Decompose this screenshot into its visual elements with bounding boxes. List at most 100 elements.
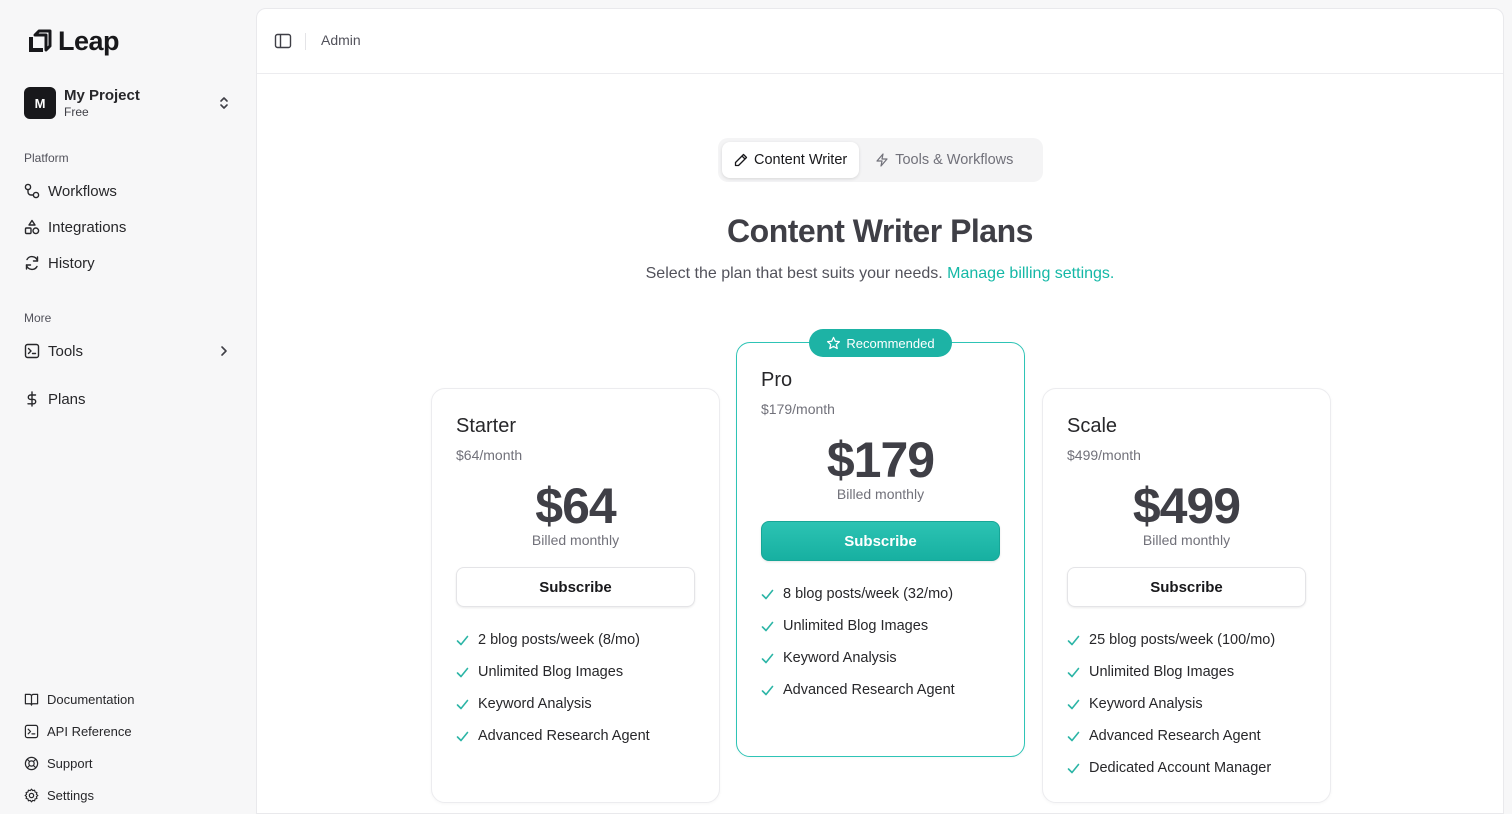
breadcrumb[interactable]: Admin bbox=[321, 32, 361, 48]
plan-period: $64/month bbox=[456, 447, 523, 463]
feature-list: 25 blog posts/week (100/mo) Unlimited Blo… bbox=[1067, 624, 1275, 784]
sidebar-toggle-icon[interactable] bbox=[274, 33, 292, 49]
sidebar-item-plans[interactable]: Plans bbox=[24, 387, 236, 411]
check-icon bbox=[1067, 763, 1080, 773]
sidebar-item-label: Integrations bbox=[48, 218, 127, 236]
sidebar-item-history[interactable]: History bbox=[24, 251, 236, 275]
feature-text: Keyword Analysis bbox=[783, 650, 897, 666]
book-icon bbox=[24, 693, 39, 706]
feature-text: Keyword Analysis bbox=[1089, 696, 1203, 712]
feature-text: Advanced Research Agent bbox=[1089, 728, 1261, 744]
plan-period: $499/month bbox=[1067, 447, 1141, 463]
feature-text: Unlimited Blog Images bbox=[1089, 664, 1235, 680]
subscribe-button[interactable]: Subscribe bbox=[456, 567, 695, 607]
sidebar-item-tools[interactable]: Tools bbox=[24, 339, 236, 363]
subscribe-button[interactable]: Subscribe bbox=[761, 521, 1000, 561]
feature-text: Advanced Research Agent bbox=[783, 682, 955, 698]
check-icon bbox=[456, 635, 469, 645]
check-icon bbox=[761, 685, 774, 695]
feature-text: Unlimited Blog Images bbox=[478, 664, 624, 680]
plan-name: Pro bbox=[761, 369, 793, 391]
sidebar-item-settings[interactable]: Settings bbox=[24, 783, 236, 807]
plan-name: Scale bbox=[1067, 415, 1118, 437]
sidebar-item-integrations[interactable]: Integrations bbox=[24, 215, 236, 239]
page-subtitle: Select the plan that best suits your nee… bbox=[257, 265, 1503, 283]
plan-billing: Billed monthly bbox=[531, 532, 620, 548]
plan-price: $179 bbox=[826, 432, 935, 488]
section-label-more: More bbox=[24, 311, 52, 325]
tab-tools-workflows[interactable]: Tools & Workflows bbox=[863, 142, 1025, 178]
check-icon bbox=[1067, 699, 1080, 709]
feature-item: Advanced Research Agent bbox=[1067, 720, 1275, 752]
project-avatar: M bbox=[24, 87, 56, 119]
feature-text: 25 blog posts/week (100/mo) bbox=[1089, 632, 1276, 648]
sidebar-item-label: Tools bbox=[48, 342, 84, 360]
lifebuoy-icon bbox=[24, 756, 39, 770]
brand-name: Leap bbox=[58, 26, 120, 56]
check-icon bbox=[1067, 635, 1080, 645]
check-icon bbox=[761, 621, 774, 631]
main-panel: Admin Content Writer Tools & Workflows C… bbox=[256, 8, 1504, 814]
sidebar-item-documentation[interactable]: Documentation bbox=[24, 687, 236, 711]
project-switcher[interactable]: M My Project Free bbox=[24, 86, 236, 120]
brand-logo[interactable]: Leap bbox=[26, 26, 120, 57]
plan-tabs: Content Writer Tools & Workflows bbox=[718, 138, 1043, 182]
dollar-icon bbox=[27, 391, 37, 407]
feature-text: Keyword Analysis bbox=[478, 696, 592, 712]
check-icon bbox=[761, 653, 774, 663]
page-title: Content Writer Plans bbox=[727, 213, 1033, 249]
sidebar-item-api-reference[interactable]: API Reference bbox=[24, 719, 236, 743]
pencil-icon bbox=[734, 153, 748, 167]
workflow-icon bbox=[24, 183, 40, 199]
section-label-platform: Platform bbox=[24, 151, 69, 165]
divider bbox=[305, 33, 306, 50]
project-name: My Project bbox=[64, 86, 140, 104]
badge-label: Recommended bbox=[846, 335, 935, 351]
gear-icon bbox=[24, 788, 39, 802]
feature-text: Advanced Research Agent bbox=[478, 728, 650, 744]
plan-name: Starter bbox=[456, 415, 517, 437]
check-icon bbox=[1067, 731, 1080, 741]
shapes-icon bbox=[24, 219, 40, 235]
check-icon bbox=[761, 589, 774, 599]
subtitle-text: Select the plan that best suits your nee… bbox=[645, 265, 943, 282]
feature-item: 8 blog posts/week (32/mo) bbox=[761, 578, 955, 610]
manage-billing-link[interactable]: Manage billing settings. bbox=[947, 265, 1114, 282]
sidebar-item-label: Documentation bbox=[47, 691, 135, 707]
feature-item: 2 blog posts/week (8/mo) bbox=[456, 624, 650, 656]
sidebar-item-workflows[interactable]: Workflows bbox=[24, 179, 236, 203]
project-plan: Free bbox=[64, 104, 89, 119]
sidebar-item-label: Settings bbox=[47, 787, 94, 803]
plan-billing: Billed monthly bbox=[1142, 532, 1231, 548]
plan-price: $64 bbox=[535, 478, 616, 534]
terminal-icon bbox=[24, 724, 39, 738]
sidebar-item-label: Support bbox=[47, 755, 93, 771]
lightning-icon bbox=[876, 153, 888, 167]
tab-label: Content Writer bbox=[754, 152, 848, 168]
sidebar-item-label: Workflows bbox=[48, 182, 117, 200]
star-icon bbox=[827, 336, 841, 349]
plan-period: $179/month bbox=[761, 401, 835, 417]
check-icon bbox=[1067, 667, 1080, 677]
tab-label: Tools & Workflows bbox=[895, 152, 1014, 168]
feature-item: 25 blog posts/week (100/mo) bbox=[1067, 624, 1275, 656]
feature-item: Keyword Analysis bbox=[1067, 688, 1275, 720]
chevrons-up-down-icon bbox=[220, 97, 228, 109]
feature-list: 8 blog posts/week (32/mo) Unlimited Blog … bbox=[761, 578, 955, 706]
subscribe-button[interactable]: Subscribe bbox=[1067, 567, 1306, 607]
check-icon bbox=[456, 731, 469, 741]
sidebar: Leap M My Project Free Platform Workflow… bbox=[0, 0, 256, 814]
sidebar-item-label: History bbox=[48, 254, 95, 272]
plan-card-pro: Recommended Pro $179/month $179 Billed m… bbox=[736, 329, 1025, 757]
terminal-icon bbox=[24, 343, 40, 359]
feature-item: Advanced Research Agent bbox=[456, 720, 650, 752]
sidebar-item-label: Plans bbox=[48, 390, 86, 408]
plan-card-starter: Starter $64/month $64 Billed monthly Sub… bbox=[431, 388, 720, 803]
sidebar-item-support[interactable]: Support bbox=[24, 751, 236, 775]
feature-text: Unlimited Blog Images bbox=[783, 618, 929, 634]
tab-content-writer[interactable]: Content Writer bbox=[722, 142, 860, 178]
feature-item: Unlimited Blog Images bbox=[456, 656, 650, 688]
feature-item: Unlimited Blog Images bbox=[761, 610, 955, 642]
check-icon bbox=[456, 667, 469, 677]
feature-item: Advanced Research Agent bbox=[761, 674, 955, 706]
